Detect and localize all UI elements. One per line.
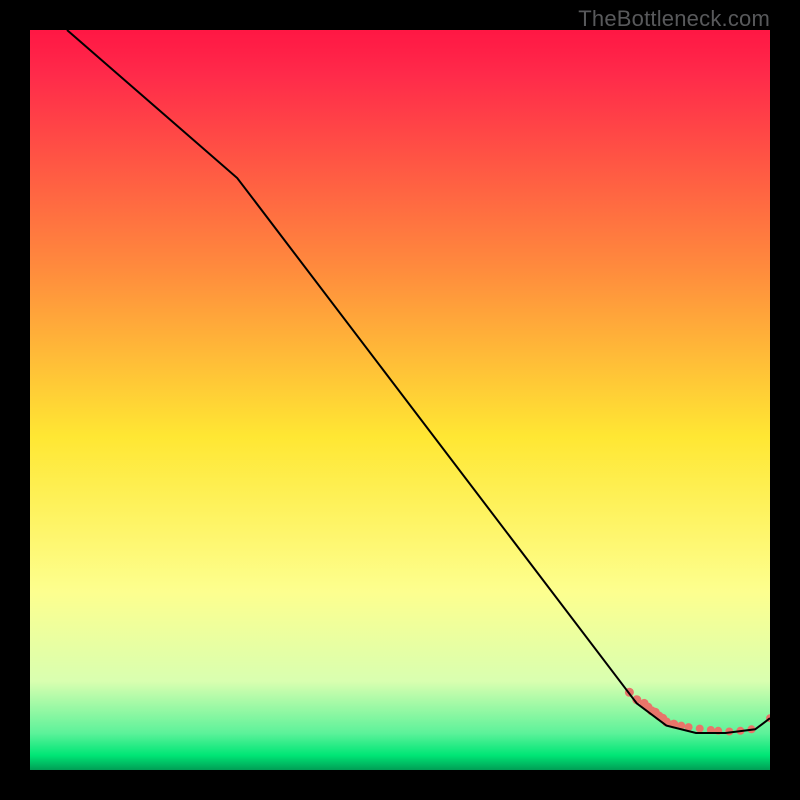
chart-frame: [30, 30, 770, 770]
data-point: [696, 725, 704, 733]
watermark-text: TheBottleneck.com: [578, 6, 770, 32]
chart-plot: [30, 30, 770, 770]
gradient-background: [30, 30, 770, 770]
